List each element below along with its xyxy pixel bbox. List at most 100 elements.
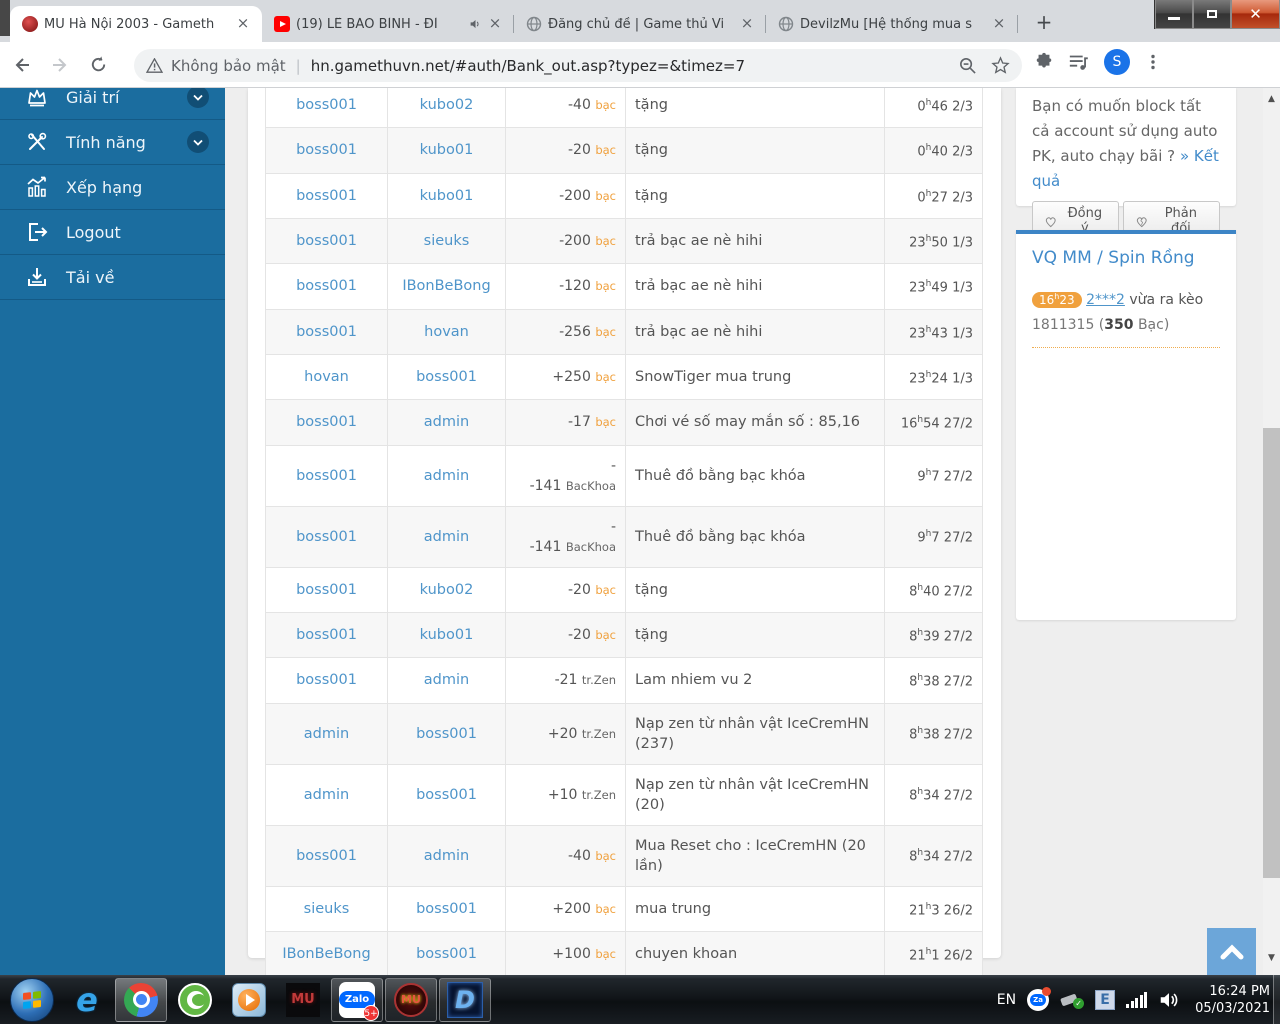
window-minimize-button[interactable] bbox=[1155, 0, 1193, 29]
sender-link[interactable]: hovan bbox=[304, 369, 349, 385]
tab-close-button[interactable]: × bbox=[234, 15, 252, 33]
transaction-time: 9h7 27/2 bbox=[884, 505, 983, 568]
receiver-link[interactable]: kubo01 bbox=[420, 627, 474, 643]
browser-tab-2[interactable]: (19) LÊ BẢO BÌNH - ĐÌ × bbox=[262, 6, 514, 42]
taskbar-app-devilzmu-d[interactable]: D bbox=[439, 977, 491, 1022]
transaction-description: tặng bbox=[625, 566, 885, 613]
network-signal-icon[interactable] bbox=[1126, 991, 1148, 1008]
sender-link[interactable]: boss001 bbox=[296, 848, 357, 864]
extensions-button[interactable] bbox=[1034, 52, 1054, 72]
start-button[interactable] bbox=[10, 977, 54, 1022]
receiver-link[interactable]: boss001 bbox=[416, 787, 477, 803]
receiver-link[interactable]: kubo02 bbox=[420, 582, 474, 598]
security-label[interactable]: Không bảo mật bbox=[171, 57, 286, 75]
sidebar-item-2[interactable]: Tính năng bbox=[0, 120, 225, 165]
sender-link[interactable]: boss001 bbox=[296, 582, 357, 598]
scroll-to-top-button[interactable] bbox=[1207, 928, 1256, 975]
taskbar-app-wmp[interactable] bbox=[223, 978, 275, 1022]
sidebar-item-1[interactable]: Giải trí bbox=[0, 88, 225, 120]
scrollbar-down-arrow-icon[interactable]: ▼ bbox=[1263, 950, 1280, 967]
chevron-down-icon[interactable] bbox=[187, 88, 209, 108]
new-tab-button[interactable]: + bbox=[1030, 9, 1058, 37]
tab-close-button[interactable]: × bbox=[990, 15, 1008, 33]
receiver-link[interactable]: admin bbox=[424, 848, 469, 864]
usb-device-icon[interactable]: ✓ bbox=[1060, 991, 1085, 1009]
sender-link[interactable]: boss001 bbox=[296, 142, 357, 158]
sender-link[interactable]: boss001 bbox=[296, 672, 357, 688]
sidebar-item-3[interactable]: Xếp hạng bbox=[0, 165, 225, 210]
sender-link[interactable]: boss001 bbox=[296, 529, 357, 545]
receiver-link[interactable]: admin bbox=[424, 468, 469, 484]
taskbar-app-ie[interactable]: e bbox=[61, 978, 113, 1022]
taskbar-app-zalo[interactable]: Zalo 5+ bbox=[331, 977, 383, 1022]
receiver-link[interactable]: kubo02 bbox=[420, 97, 474, 113]
sender-link[interactable]: boss001 bbox=[296, 278, 357, 294]
zalo-tray-icon[interactable]: Za bbox=[1027, 986, 1052, 1011]
spin-player-link[interactable]: 2***2 bbox=[1086, 292, 1125, 308]
sender-link[interactable]: admin bbox=[304, 787, 349, 803]
receiver-link[interactable]: sieuks bbox=[424, 233, 470, 249]
globe-favicon bbox=[778, 16, 794, 32]
profile-avatar[interactable]: S bbox=[1104, 49, 1130, 75]
show-desktop-button[interactable] bbox=[1273, 975, 1280, 1024]
media-controls-button[interactable] bbox=[1068, 52, 1090, 72]
amount-unit: BacKhoa bbox=[565, 478, 616, 493]
language-indicator[interactable]: EN bbox=[997, 992, 1016, 1008]
sender-link[interactable]: boss001 bbox=[296, 414, 357, 430]
scrollbar-up-arrow-icon[interactable]: ▲ bbox=[1263, 91, 1280, 108]
window-close-button[interactable]: ✕ bbox=[1231, 0, 1280, 29]
forward-button[interactable] bbox=[44, 49, 76, 81]
receiver-link[interactable]: admin bbox=[424, 672, 469, 688]
unikey-tray-icon[interactable]: E bbox=[1095, 989, 1116, 1010]
receiver-link[interactable]: boss001 bbox=[416, 946, 477, 962]
sender-link[interactable]: boss001 bbox=[296, 233, 357, 249]
logout-icon bbox=[24, 220, 50, 244]
url-text[interactable]: hn.gamethuvn.net/#auth/Bank_out.asp?type… bbox=[311, 57, 944, 75]
tab-close-button[interactable]: × bbox=[486, 15, 504, 33]
browser-tab-4[interactable]: DevilzMu [Hệ thống mua s × bbox=[766, 6, 1018, 42]
sender-link[interactable]: boss001 bbox=[296, 468, 357, 484]
browser-menu-button[interactable] bbox=[1144, 53, 1162, 71]
sender-link[interactable]: boss001 bbox=[296, 627, 357, 643]
tab-close-button[interactable]: × bbox=[738, 15, 756, 33]
amount-unit: bạc bbox=[595, 234, 616, 249]
receiver-link[interactable]: admin bbox=[424, 414, 469, 430]
receiver-link[interactable]: boss001 bbox=[416, 726, 477, 742]
amount-cell: -256 bạc bbox=[505, 308, 626, 355]
taskbar-app-mu-red[interactable]: MU bbox=[385, 977, 437, 1022]
zoom-indicator-button[interactable] bbox=[958, 56, 977, 75]
window-maximize-button[interactable] bbox=[1193, 0, 1231, 29]
sender-link[interactable]: sieuks bbox=[304, 901, 350, 917]
transaction-time: 8h38 27/2 bbox=[884, 657, 983, 704]
taskbar-app-coccoc[interactable] bbox=[169, 978, 221, 1022]
receiver-link[interactable]: admin bbox=[424, 529, 469, 545]
sidebar-item-4[interactable]: Logout bbox=[0, 210, 225, 255]
bookmark-button[interactable] bbox=[991, 56, 1010, 75]
browser-tab-3[interactable]: Đăng chủ đề | Game thủ Vi × bbox=[514, 6, 766, 42]
page-scrollbar[interactable]: ▲ ▼ bbox=[1263, 88, 1280, 975]
receiver-link[interactable]: kubo01 bbox=[420, 142, 474, 158]
browser-tab-1[interactable]: MU Hà Nội 2003 - Gameth × bbox=[10, 6, 262, 42]
broken-heart-icon bbox=[1137, 216, 1147, 227]
reload-button[interactable] bbox=[82, 49, 114, 81]
sender-link[interactable]: boss001 bbox=[296, 324, 357, 340]
sender-link[interactable]: boss001 bbox=[296, 188, 357, 204]
scrollbar-thumb[interactable] bbox=[1263, 428, 1280, 878]
sender-link[interactable]: admin bbox=[304, 726, 349, 742]
sidebar-item-5[interactable]: Tải về bbox=[0, 255, 225, 300]
speaker-icon[interactable] bbox=[1158, 990, 1180, 1010]
sender-link[interactable]: IBonBeBong bbox=[282, 946, 370, 962]
back-button[interactable] bbox=[6, 49, 38, 81]
receiver-link[interactable]: IBonBeBong bbox=[402, 278, 490, 294]
taskbar-app-mu-dark[interactable]: MU bbox=[277, 978, 329, 1022]
taskbar-app-chrome[interactable] bbox=[115, 977, 167, 1022]
receiver-link[interactable]: boss001 bbox=[416, 369, 477, 385]
transaction-time: 8h34 27/2 bbox=[884, 763, 983, 826]
address-bar[interactable]: Không bảo mật | hn.gamethuvn.net/#auth/B… bbox=[134, 49, 1022, 82]
receiver-link[interactable]: kubo01 bbox=[420, 188, 474, 204]
chevron-down-icon[interactable] bbox=[187, 131, 209, 153]
receiver-link[interactable]: hovan bbox=[424, 324, 469, 340]
taskbar-clock[interactable]: 16:24 PM 05/03/2021 bbox=[1195, 983, 1270, 1017]
sender-link[interactable]: boss001 bbox=[296, 97, 357, 113]
receiver-link[interactable]: boss001 bbox=[416, 901, 477, 917]
